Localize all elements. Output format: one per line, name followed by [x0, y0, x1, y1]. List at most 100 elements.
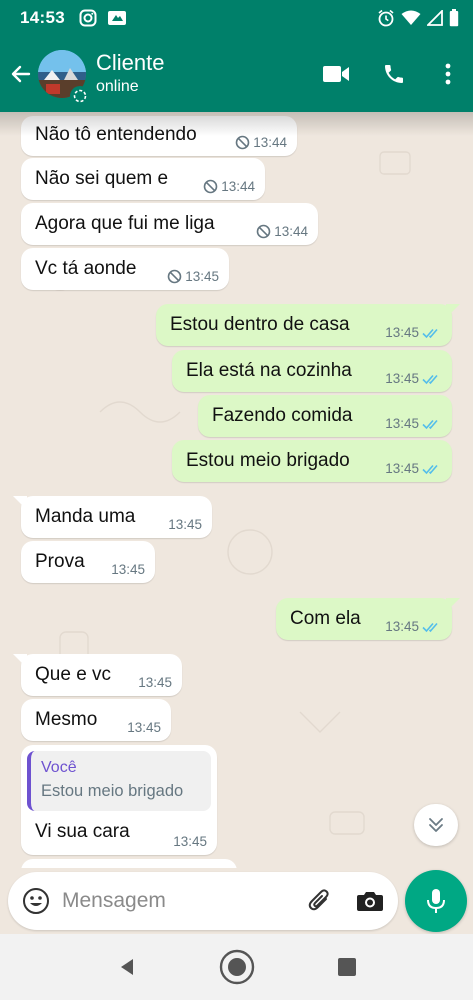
message-text: Não sei quem e [35, 168, 169, 189]
read-ticks-icon [422, 328, 438, 338]
chevron-double-down-icon [429, 818, 443, 832]
message-text: Vc tá aonde [35, 258, 137, 279]
back-arrow-icon[interactable] [4, 36, 38, 112]
message-time: 13:45 [138, 675, 172, 690]
message-meta: 13:44 [203, 179, 255, 194]
message-text: Ela está na cozinha [186, 360, 352, 381]
mic-icon[interactable] [405, 870, 467, 932]
deleted-marker-icon [203, 179, 218, 194]
message-bubble-outgoing[interactable]: Fazendo comida 13:45 [198, 395, 452, 437]
message-bubble-incoming[interactable]: Agora que fui me liga 13:44 [21, 203, 318, 245]
message-text: Prova [35, 551, 85, 572]
video-call-icon[interactable] [307, 44, 365, 104]
more-options-icon[interactable] [423, 44, 473, 104]
message-bubble-incoming[interactable]: Vc tá aonde 13:45 [21, 248, 229, 290]
message-meta: 13:44 [235, 135, 287, 150]
message-list[interactable]: Não tô entendendo 13:44 Não sei quem e 1… [0, 112, 473, 868]
instagram-icon [79, 9, 97, 27]
status-bar: 14:53 [0, 0, 473, 36]
message-bubble-incoming[interactable]: Mesmo 13:45 [21, 699, 171, 741]
nav-home-icon[interactable] [214, 944, 260, 990]
emoji-icon[interactable] [10, 872, 62, 930]
message-meta: 13:45 [385, 416, 442, 431]
message-text: Que e vc [35, 664, 112, 685]
message-time: 13:45 [168, 517, 202, 532]
read-ticks-icon [422, 419, 438, 429]
message-text: Mesmo [35, 709, 98, 730]
attach-icon[interactable] [298, 872, 342, 930]
message-time: 13:45 [385, 461, 419, 476]
message-meta: 13:45 [127, 720, 161, 735]
contact-status: online [96, 78, 139, 95]
message-time: 13:45 [385, 416, 419, 431]
read-ticks-icon [422, 374, 438, 384]
read-ticks-icon [422, 464, 438, 474]
contact-info[interactable]: Cliente online [96, 50, 164, 98]
message-meta: 13:45 [167, 269, 219, 284]
message-time: 13:45 [385, 619, 419, 634]
quoted-author: Você [41, 759, 77, 776]
voice-call-icon[interactable] [365, 44, 423, 104]
nav-recents-icon[interactable] [324, 944, 370, 990]
composer-bar [0, 868, 473, 934]
message-text: Agora que fui me liga [35, 213, 215, 234]
contact-avatar[interactable] [38, 50, 90, 106]
message-time: 13:44 [253, 135, 287, 150]
message-bubble-incoming[interactable]: Que e vc 13:45 [13, 654, 182, 696]
message-text: Manda uma [35, 506, 136, 527]
message-bubble-outgoing[interactable]: Estou meio brigado 13:45 [172, 440, 452, 482]
message-bubble-incoming-partial[interactable] [21, 859, 237, 868]
message-time: 13:45 [385, 325, 419, 340]
message-bubble-incoming[interactable]: Você Estou meio brigado Vi sua cara 13:4… [21, 745, 217, 855]
message-time: 13:45 [385, 371, 419, 386]
message-meta: 13:45 [173, 834, 207, 849]
chat-header: Cliente online [0, 36, 473, 112]
camera-icon[interactable] [342, 872, 398, 930]
nav-back-icon[interactable] [104, 944, 150, 990]
deleted-marker-icon [235, 135, 250, 150]
message-text: Estou dentro de casa [170, 314, 350, 335]
message-text: Fazendo comida [212, 405, 353, 426]
message-meta: 13:45 [111, 562, 145, 577]
message-bubble-incoming[interactable]: Manda uma 13:45 [13, 496, 212, 538]
system-nav-bar [0, 934, 473, 1000]
scroll-to-bottom-button[interactable] [414, 804, 458, 846]
message-meta: 13:45 [385, 371, 442, 386]
status-ring-icon [70, 86, 90, 106]
message-meta: 13:44 [256, 224, 308, 239]
message-input[interactable] [62, 889, 282, 913]
message-time: 13:45 [185, 269, 219, 284]
message-meta: 13:45 [168, 517, 202, 532]
message-text: Com ela [290, 608, 361, 629]
message-time: 13:44 [274, 224, 308, 239]
message-bubble-outgoing[interactable]: Ela está na cozinha 13:45 [172, 350, 452, 392]
message-meta: 13:45 [385, 619, 442, 634]
message-bubble-incoming[interactable]: Não sei quem e 13:44 [21, 158, 265, 200]
signal-icon [427, 10, 443, 26]
message-bubble-incoming[interactable]: Prova 13:45 [21, 541, 155, 583]
message-text: Vi sua cara [35, 821, 130, 842]
read-ticks-icon [422, 622, 438, 632]
header-shadow [0, 112, 473, 136]
contact-name: Cliente [96, 50, 165, 75]
wifi-icon [401, 10, 421, 26]
message-time: 13:45 [127, 720, 161, 735]
message-bubble-outgoing[interactable]: Estou dentro de casa 13:45 [156, 304, 460, 346]
alarm-icon [377, 9, 395, 27]
message-time: 13:45 [111, 562, 145, 577]
quoted-text: Estou meio brigado [41, 782, 184, 800]
message-time: 13:45 [173, 834, 207, 849]
status-time: 14:53 [20, 8, 65, 27]
message-composer [8, 872, 398, 930]
message-meta: 13:45 [138, 675, 172, 690]
quoted-message[interactable]: Você Estou meio brigado [27, 751, 211, 811]
notification-icon [107, 9, 127, 27]
message-text: Estou meio brigado [186, 450, 350, 471]
message-meta: 13:45 [385, 325, 442, 340]
battery-icon [449, 9, 459, 27]
message-bubble-outgoing[interactable]: Com ela 13:45 [276, 598, 460, 640]
message-meta: 13:45 [385, 461, 442, 476]
deleted-marker-icon [167, 269, 182, 284]
deleted-marker-icon [256, 224, 271, 239]
message-time: 13:44 [221, 179, 255, 194]
